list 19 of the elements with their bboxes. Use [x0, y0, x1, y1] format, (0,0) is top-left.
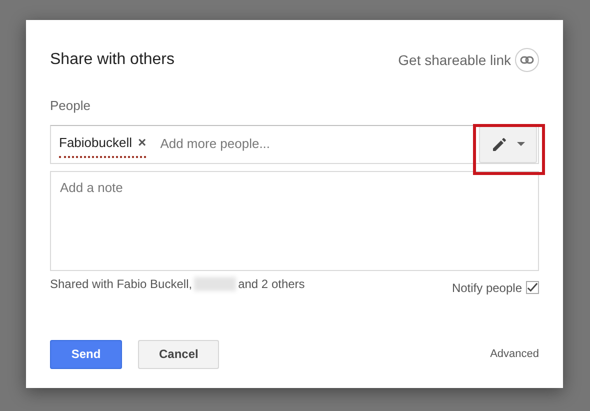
remove-icon[interactable]: × [138, 132, 146, 153]
note-field[interactable]: Add a note [50, 170, 539, 270]
person-chip[interactable]: Fabiobuckell × [59, 130, 146, 158]
dialog-title: Share with others [50, 50, 175, 70]
shared-with-text: Shared with Fabio Buckell, [50, 276, 192, 292]
person-name: Fabiobuckell [59, 134, 132, 152]
link-icon[interactable] [515, 48, 539, 72]
shared-with-text: and 2 others [238, 276, 305, 292]
notify-label: Notify people [452, 280, 522, 296]
people-label: People [50, 97, 92, 115]
people-field[interactable]: Fabiobuckell × Add more people... [50, 124, 539, 164]
shareable-link[interactable]: Get shareable link [398, 50, 511, 70]
pencil-icon [491, 135, 509, 153]
caret-icon [517, 142, 525, 146]
notify-checkbox[interactable] [526, 281, 539, 294]
advanced-link[interactable]: Advanced [490, 346, 539, 362]
cancel-button[interactable]: Cancel [138, 340, 220, 368]
permission-dropdown[interactable] [479, 126, 537, 162]
send-button[interactable]: Send [50, 340, 122, 368]
